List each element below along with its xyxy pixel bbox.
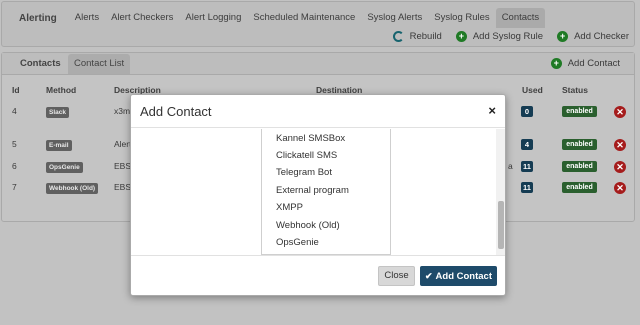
- add-contact-button[interactable]: ✔ Add Contact: [420, 266, 497, 286]
- col-header-status: Status: [562, 85, 588, 95]
- refresh-icon: [392, 31, 404, 42]
- tab-alert-logging[interactable]: Alert Logging: [179, 8, 247, 28]
- dropdown-option[interactable]: OpsGenie: [276, 237, 319, 248]
- nav-tabs: Alerting Alerts Alert Checkers Alert Log…: [2, 8, 546, 28]
- status-badge: enabled: [562, 106, 597, 117]
- delete-icon[interactable]: ✕: [614, 161, 626, 173]
- row-id: 6: [12, 161, 17, 171]
- tab-contacts-panel[interactable]: Contacts: [14, 54, 67, 74]
- tab-syslog-rules[interactable]: Syslog Rules: [428, 8, 495, 28]
- col-header-id: Id: [12, 85, 20, 95]
- add-syslog-rule-label: Add Syslog Rule: [472, 31, 544, 42]
- plus-icon: +: [550, 58, 562, 69]
- row-description: EBS: [114, 161, 132, 171]
- dropdown-option[interactable]: Telegram Bot: [276, 167, 332, 178]
- method-badge: OpsGenie: [46, 162, 83, 173]
- col-header-method: Method: [46, 85, 77, 95]
- rebuild-button[interactable]: Rebuild: [392, 31, 442, 42]
- add-contact-button-label: Add Contact: [435, 271, 492, 282]
- status-badge: enabled: [562, 161, 597, 172]
- add-contact-label: Add Contact: [567, 58, 620, 69]
- add-checker-label: Add Checker: [574, 31, 629, 42]
- row-id: 5: [12, 139, 17, 149]
- row-destination: a: [508, 161, 513, 171]
- dropdown-option[interactable]: XMPP: [276, 202, 303, 213]
- method-badge: Slack: [46, 107, 69, 118]
- contacts-panel-header: Contacts Contact List + Add Contact: [2, 53, 634, 75]
- close-button[interactable]: Close: [378, 266, 415, 286]
- used-count: 11: [521, 161, 533, 172]
- add-checker-button[interactable]: + Add Checker: [557, 31, 629, 42]
- dropdown-option[interactable]: Webhook (Old): [276, 220, 340, 231]
- used-count: 4: [521, 139, 533, 150]
- plus-icon: +: [455, 31, 467, 42]
- dropdown-option[interactable]: Kannel SMSBox: [276, 133, 345, 144]
- method-badge: Webhook (Old): [46, 183, 99, 194]
- rebuild-label: Rebuild: [409, 31, 442, 42]
- delete-icon[interactable]: ✕: [614, 182, 626, 194]
- tab-syslog-alerts[interactable]: Syslog Alerts: [361, 8, 428, 28]
- row-description: Alert: [114, 139, 132, 149]
- tab-scheduled-maintenance[interactable]: Scheduled Maintenance: [247, 8, 361, 28]
- add-contact-link[interactable]: + Add Contact: [550, 58, 620, 69]
- nav-brand[interactable]: Alerting: [2, 13, 69, 24]
- row-id: 7: [12, 182, 17, 192]
- modal-scrollbar[interactable]: [496, 129, 505, 255]
- tab-alert-checkers[interactable]: Alert Checkers: [105, 8, 179, 28]
- row-description: EBS: [114, 182, 132, 192]
- dropdown-option[interactable]: External program: [276, 185, 349, 196]
- plus-icon: +: [557, 31, 569, 42]
- add-syslog-rule-button[interactable]: + Add Syslog Rule: [455, 31, 544, 42]
- alerting-navbar: Alerting Alerts Alert Checkers Alert Log…: [1, 1, 635, 47]
- scrollbar-thumb[interactable]: [498, 201, 504, 249]
- used-count: 11: [521, 182, 533, 193]
- delete-icon[interactable]: ✕: [614, 106, 626, 118]
- dropdown-option[interactable]: Clickatell SMS: [276, 150, 337, 161]
- status-badge: enabled: [562, 139, 597, 150]
- row-description: x3m: [114, 106, 131, 116]
- delete-icon[interactable]: ✕: [614, 139, 626, 151]
- method-dropdown-list[interactable]: Kannel SMSBox Clickatell SMS Telegram Bo…: [261, 129, 391, 255]
- check-icon: ✔: [424, 271, 433, 281]
- modal-title: Add Contact: [140, 104, 212, 119]
- modal-footer: Close ✔ Add Contact: [131, 255, 505, 295]
- close-icon[interactable]: ×: [488, 103, 496, 118]
- used-count: 0: [521, 106, 533, 117]
- tab-alerts[interactable]: Alerts: [69, 8, 105, 28]
- nav-actions: Rebuild + Add Syslog Rule + Add Checker: [392, 31, 629, 42]
- tab-contact-list[interactable]: Contact List: [68, 54, 131, 74]
- col-header-used: Used: [522, 85, 543, 95]
- modal-header: Add Contact ×: [131, 95, 505, 128]
- status-badge: enabled: [562, 182, 597, 193]
- row-id: 4: [12, 106, 17, 116]
- method-badge: E-mail: [46, 140, 72, 151]
- modal-body: Kannel SMSBox Clickatell SMS Telegram Bo…: [131, 129, 505, 255]
- add-contact-modal: Add Contact × Kannel SMSBox Clickatell S…: [130, 94, 506, 296]
- tab-contacts[interactable]: Contacts: [495, 8, 546, 28]
